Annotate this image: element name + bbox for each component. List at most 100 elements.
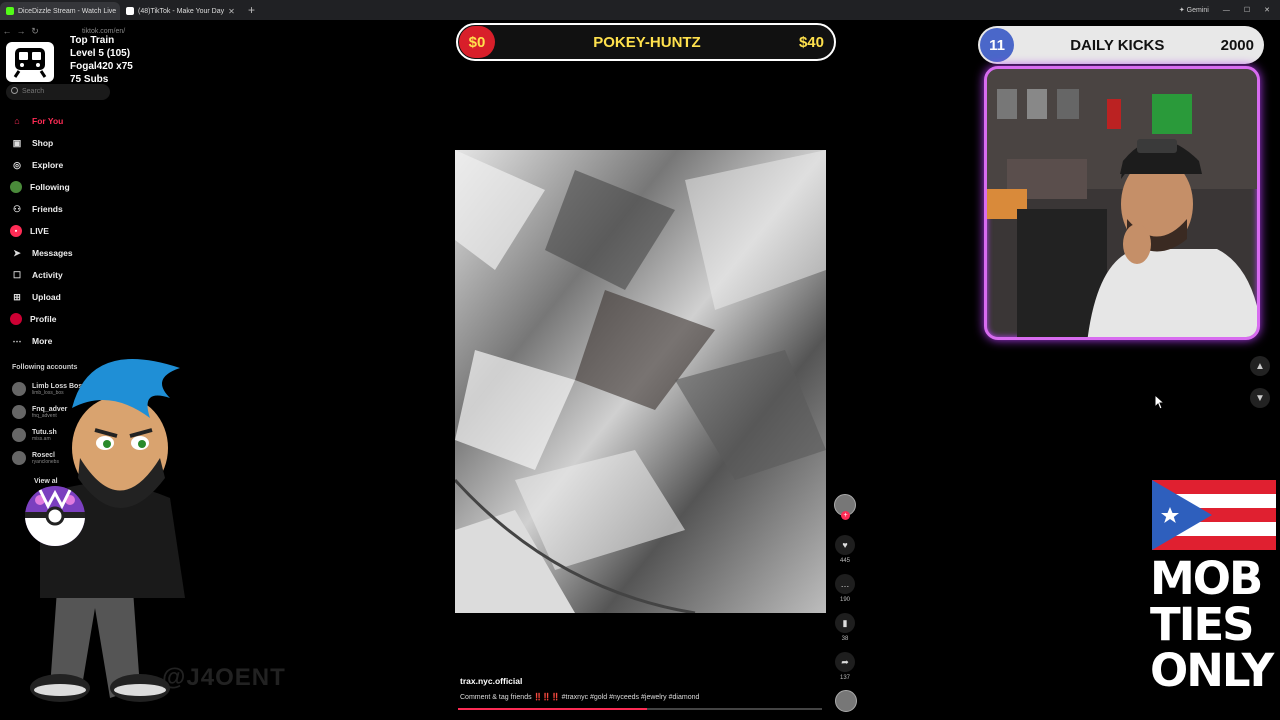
gemini-button[interactable]: ✦ Gemini [1179, 6, 1209, 14]
train-icon [13, 48, 47, 78]
creator-avatar[interactable]: + [834, 494, 856, 520]
nav-label: Messages [32, 248, 73, 258]
activity-icon: ☐ [12, 269, 22, 280]
browser-tab-tiktok[interactable]: (48)TikTok - Make Your Day ✕ [120, 2, 240, 20]
bookmark-icon: ▮ [835, 613, 855, 633]
shop-icon: ▣ [12, 137, 22, 148]
minimize-icon[interactable]: — [1223, 7, 1230, 14]
heart-icon: ♥ [835, 535, 855, 555]
daily-kicks-banner: 11 DAILY KICKS 2000 [978, 26, 1264, 64]
banner-left-amount: $0 [459, 26, 495, 58]
comment-button[interactable]: … 190 [834, 574, 856, 603]
daily-kicks-label: DAILY KICKS [1070, 36, 1165, 54]
foil-video-frame [455, 150, 826, 613]
gemini-label: Gemini [1186, 7, 1209, 14]
nav-item-live[interactable]: ▪ LIVE [10, 220, 73, 242]
save-count: 38 [841, 636, 849, 642]
friends-icon: ⚇ [12, 203, 22, 214]
home-icon: ⌂ [14, 116, 20, 126]
top-train-title: Top Train [70, 35, 115, 46]
puerto-rico-flag [1152, 480, 1276, 550]
search-icon [11, 87, 18, 94]
mob-line-1: MOB [1150, 552, 1263, 605]
video-progress-bar[interactable] [458, 708, 822, 710]
nav-item-explore[interactable]: ◎ Explore [10, 154, 73, 176]
search-input[interactable]: Search [6, 84, 110, 100]
more-icon: ⋯ [12, 335, 22, 346]
mob-line-2: TIES [1150, 598, 1255, 651]
following-icon [10, 181, 22, 193]
streamer-handle: @J4OENT [162, 664, 286, 691]
top-train-contributor: Fogal420 x75 [70, 61, 133, 72]
nav-item-friends[interactable]: ⚇ Friends [10, 198, 73, 220]
live-icon: ▪ [10, 225, 22, 237]
main-nav: ⌂ For You ▣ Shop ◎ Explore Following ⚇ Frien… [10, 110, 73, 352]
banner-right-amount: $40 [798, 33, 824, 51]
nav-label: Friends [32, 204, 63, 214]
nav-item-messages[interactable]: ➤ Messages [10, 242, 73, 264]
like-button[interactable]: ♥ 445 [834, 535, 856, 564]
scroll-down-button[interactable]: ▼ [1250, 388, 1270, 408]
mob-line-3: ONLY [1150, 644, 1274, 697]
save-button[interactable]: ▮ 38 [834, 613, 856, 642]
video-player[interactable] [455, 150, 826, 613]
train-logo-icon [6, 42, 54, 82]
kick-favicon-icon [6, 7, 14, 15]
messages-icon: ➤ [13, 247, 21, 258]
reload-icon[interactable]: ↻ [28, 26, 42, 37]
nav-label: Upload [32, 292, 61, 302]
daily-kicks-count: 11 [980, 28, 1014, 62]
share-count: 137 [839, 675, 850, 681]
tab-title: DiceDizzle Stream - Watch Live [18, 7, 117, 15]
tab-close-icon[interactable]: ✕ [228, 7, 235, 16]
webcam-feed [984, 66, 1260, 340]
share-icon: ➦ [835, 652, 855, 672]
nav-item-for-you[interactable]: ⌂ For You [10, 110, 73, 132]
webcam-scene [987, 89, 1257, 337]
top-train-level: Level 5 (105) [70, 48, 131, 59]
forward-icon[interactable]: → [14, 26, 28, 36]
back-icon[interactable]: ← [0, 26, 14, 36]
search-placeholder: Search [22, 88, 45, 95]
scroll-up-button[interactable]: ▲ [1250, 356, 1270, 376]
upload-icon: ⊞ [13, 291, 21, 302]
mob-ties-only-text: MOB TIES ONLY [1150, 556, 1280, 694]
share-button[interactable]: ➦ 137 [834, 652, 856, 681]
nav-item-upload[interactable]: ⊞ Upload [10, 286, 73, 308]
video-username[interactable]: trax.nyc.official [460, 676, 522, 686]
tab-title: (48)TikTok - Make Your Day [138, 7, 225, 15]
video-action-rail: + [834, 494, 858, 520]
nav-item-following[interactable]: Following [10, 176, 73, 198]
nav-label: For You [32, 116, 64, 126]
nav-item-shop[interactable]: ▣ Shop [10, 132, 73, 154]
window-controls: ✦ Gemini — ☐ ✕ [1179, 6, 1280, 15]
profile-icon [10, 313, 22, 325]
compass-icon: ◎ [13, 159, 21, 170]
banner-name: POKEY-HUNTZ [593, 33, 701, 51]
nav-label: Activity [32, 270, 63, 280]
like-count: 445 [839, 558, 850, 564]
mouse-cursor-icon [1154, 394, 1166, 410]
nav-label: Following [30, 182, 70, 192]
nav-label: Shop [32, 138, 54, 148]
nav-item-activity[interactable]: ☐ Activity [10, 264, 73, 286]
tiktok-favicon-icon [126, 7, 134, 15]
nav-label: LIVE [30, 226, 49, 236]
browser-tab-bar: DiceDizzle Stream - Watch Live ✕ (48)Tik… [0, 0, 1280, 20]
nav-label: Profile [30, 314, 57, 324]
follow-plus-icon[interactable]: + [841, 511, 850, 520]
maximize-icon[interactable]: ☐ [1244, 6, 1250, 14]
pokey-huntz-banner: $0 POKEY-HUNTZ $40 [456, 23, 836, 61]
browser-tab-kick[interactable]: DiceDizzle Stream - Watch Live ✕ [0, 2, 120, 20]
video-progress-fill [458, 708, 648, 710]
daily-kicks-value: 2000 [1220, 36, 1254, 54]
window-close-icon[interactable]: ✕ [1264, 6, 1270, 14]
sound-avatar[interactable] [835, 690, 857, 712]
nav-label: Explore [32, 160, 64, 170]
top-train-overlay: Top Train Level 5 (105) Fogal420 x75 75 … [70, 34, 133, 86]
video-caption: Comment & tag friends ‼️‼️‼️ #traxnyc #g… [460, 694, 700, 701]
comment-icon: … [835, 574, 855, 594]
new-tab-button[interactable]: + [240, 3, 263, 17]
nav-item-profile[interactable]: Profile [10, 308, 73, 330]
nav-label: More [32, 336, 53, 346]
